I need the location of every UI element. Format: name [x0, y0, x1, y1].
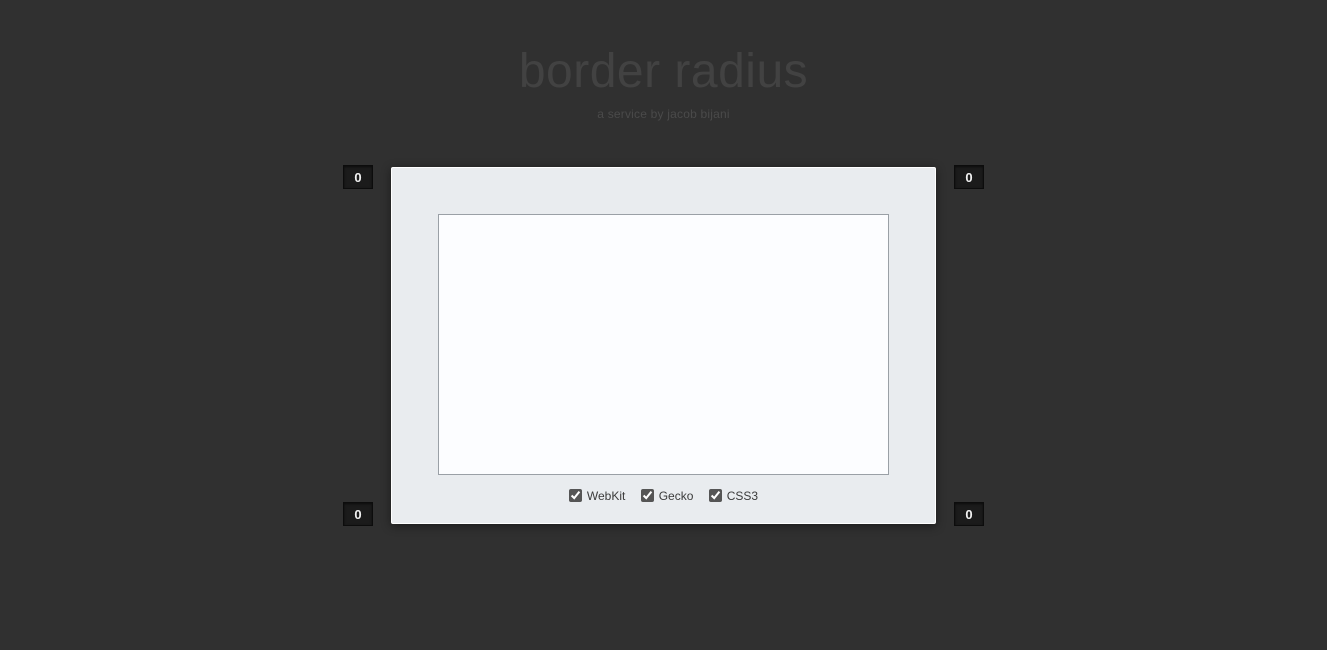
header: border radius a service by jacob bijani: [0, 0, 1327, 121]
options-row: WebKit Gecko CSS3: [438, 475, 889, 506]
preview-box: [438, 214, 889, 475]
option-gecko[interactable]: Gecko: [641, 489, 694, 503]
page: border radius a service by jacob bijani …: [0, 0, 1327, 524]
option-webkit[interactable]: WebKit: [569, 489, 625, 503]
corner-bottom-left-input[interactable]: [343, 502, 373, 526]
page-title: border radius: [0, 44, 1327, 99]
preview-wrapper: WebKit Gecko CSS3: [391, 167, 936, 524]
page-subtitle: a service by jacob bijani: [0, 107, 1327, 121]
preview-card: WebKit Gecko CSS3: [391, 167, 936, 524]
stage: WebKit Gecko CSS3: [344, 167, 984, 524]
option-webkit-label: WebKit: [587, 489, 625, 503]
corner-top-right-input[interactable]: [954, 165, 984, 189]
option-gecko-label: Gecko: [659, 489, 694, 503]
option-css3-label: CSS3: [727, 489, 758, 503]
option-css3-checkbox[interactable]: [709, 489, 722, 502]
corner-top-left-input[interactable]: [343, 165, 373, 189]
option-css3[interactable]: CSS3: [709, 489, 758, 503]
option-gecko-checkbox[interactable]: [641, 489, 654, 502]
corner-bottom-right-input[interactable]: [954, 502, 984, 526]
option-webkit-checkbox[interactable]: [569, 489, 582, 502]
